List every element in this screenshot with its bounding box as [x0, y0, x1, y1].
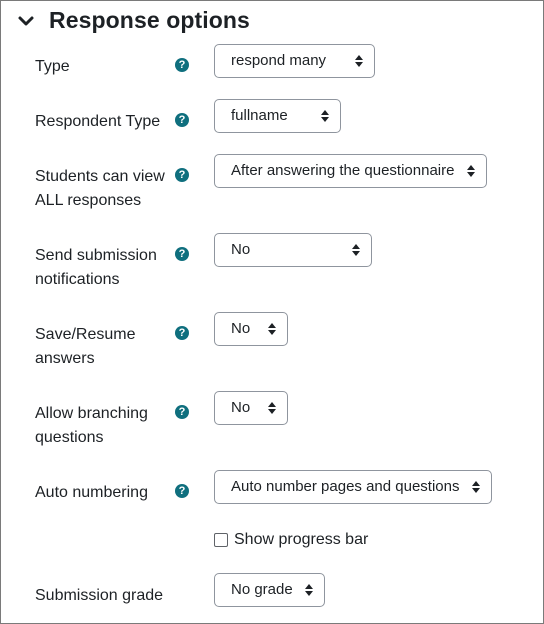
select-value: fullname	[231, 107, 288, 124]
sort-arrows-icon	[472, 481, 480, 493]
field-label: Save/Resume answers	[35, 326, 136, 367]
submission-grade-select[interactable]: No grade	[214, 573, 325, 607]
help-icon[interactable]: ?	[175, 405, 189, 419]
sort-arrows-icon	[467, 165, 475, 177]
sort-arrows-icon	[352, 244, 360, 256]
field-label: Auto numbering	[35, 484, 148, 501]
sort-arrows-icon	[355, 55, 363, 67]
sort-arrows-icon	[321, 110, 329, 122]
respondent-type-select[interactable]: fullname	[214, 99, 341, 133]
help-icon[interactable]: ?	[175, 247, 189, 261]
show-progress-bar[interactable]: Show progress bar	[214, 531, 368, 549]
field-label: Respondent Type	[35, 113, 161, 130]
select-value: No	[231, 241, 251, 258]
section-title: Response options	[49, 7, 250, 33]
select-value: After answering the questionnaire	[231, 162, 455, 179]
select-value: No	[231, 320, 251, 337]
help-icon[interactable]: ?	[175, 58, 189, 72]
sort-arrows-icon	[268, 402, 276, 414]
type-select[interactable]: respond many	[214, 44, 375, 78]
sort-arrows-icon	[268, 323, 276, 335]
allow-branching-select[interactable]: No	[214, 391, 288, 425]
send-notifications-select[interactable]: No	[214, 233, 372, 267]
progress-bar-checkbox[interactable]	[214, 533, 228, 547]
select-value: No	[231, 399, 251, 416]
help-icon[interactable]: ?	[175, 113, 189, 127]
auto-numbering-select[interactable]: Auto number pages and questions	[214, 470, 492, 504]
save-resume-select[interactable]: No	[214, 312, 288, 346]
field-label: Allow branching questions	[35, 405, 148, 446]
field-label: Type	[35, 58, 70, 75]
field-label: Submission grade	[35, 587, 164, 604]
help-icon[interactable]: ?	[175, 326, 189, 340]
checkbox-label[interactable]: Show progress bar	[234, 531, 368, 549]
sort-arrows-icon	[305, 584, 313, 596]
students-view-responses-select[interactable]: After answering the questionnaire	[214, 154, 487, 188]
field-label: Send submission notifications	[35, 247, 157, 288]
response-options-panel: Response options Type ? respond many Res…	[0, 0, 544, 624]
field-label: Students can view ALL responses	[35, 168, 165, 209]
select-value: No grade	[231, 581, 293, 598]
select-value: Auto number pages and questions	[231, 478, 460, 495]
help-icon[interactable]: ?	[175, 484, 189, 498]
help-icon[interactable]: ?	[175, 168, 189, 182]
section-toggle[interactable]: Response options	[17, 7, 250, 34]
select-value: respond many	[231, 52, 327, 69]
chevron-down-icon	[18, 16, 34, 25]
